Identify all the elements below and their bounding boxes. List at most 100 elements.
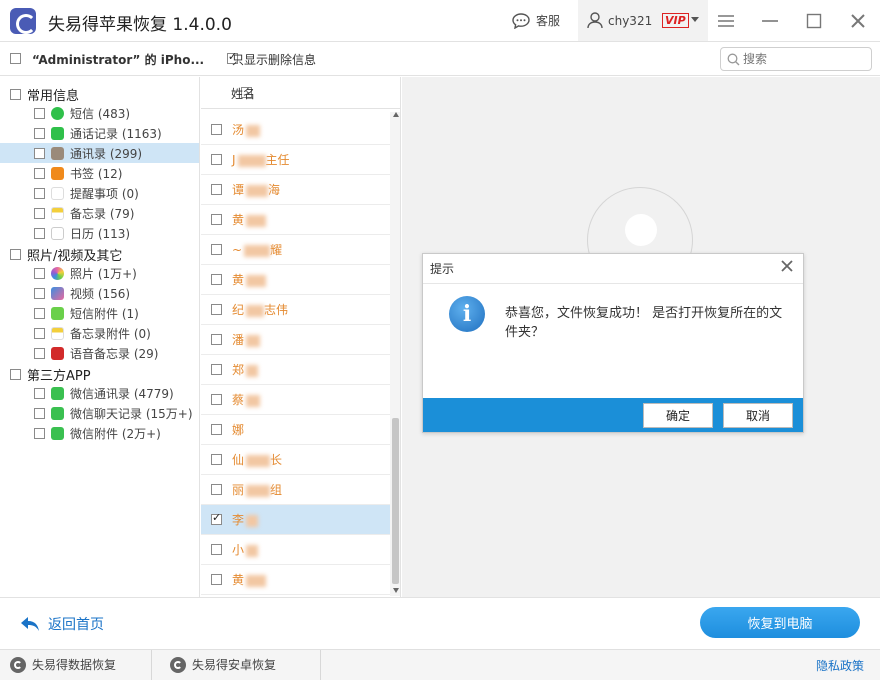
row-checkbox[interactable] bbox=[211, 334, 222, 345]
row-checkbox[interactable] bbox=[211, 364, 222, 375]
row-checkbox[interactable] bbox=[211, 154, 222, 165]
dialog-close-icon[interactable] bbox=[780, 258, 794, 277]
tree-group-common[interactable]: 常用信息 bbox=[10, 84, 79, 104]
item-checkbox[interactable] bbox=[34, 387, 45, 399]
item-checkbox[interactable] bbox=[34, 227, 45, 239]
list-item[interactable]: 潘 bbox=[201, 325, 390, 355]
search-box[interactable] bbox=[720, 47, 872, 71]
tree-item-contacts[interactable]: 通讯录 (299) bbox=[0, 143, 199, 163]
row-checkbox[interactable] bbox=[211, 424, 222, 435]
row-checkbox[interactable] bbox=[211, 304, 222, 315]
list-item[interactable]: 李 bbox=[201, 505, 390, 535]
tree-group-third-party[interactable]: 第三方APP bbox=[10, 364, 91, 384]
list-item[interactable]: 黄 bbox=[201, 565, 390, 595]
tree-item-wechat-chats[interactable]: 微信聊天记录 (15万+) bbox=[34, 403, 193, 423]
item-checkbox[interactable] bbox=[34, 167, 45, 179]
list-item[interactable]: 纪志伟 bbox=[201, 295, 390, 325]
row-checkbox[interactable] bbox=[211, 511, 222, 525]
user-icon bbox=[587, 12, 603, 29]
item-checkbox[interactable] bbox=[34, 187, 45, 199]
tree-item-notes[interactable]: 备忘录 (79) bbox=[34, 203, 134, 223]
footer-android-recovery-link[interactable]: 失易得安卓恢复 bbox=[170, 649, 276, 680]
tree-item-photos[interactable]: 照片 (1万+) bbox=[34, 263, 137, 283]
tree-item-bookmarks[interactable]: 书签 (12) bbox=[34, 163, 122, 183]
customer-service-button[interactable]: 客服 bbox=[512, 12, 560, 29]
minimize-icon[interactable] bbox=[757, 8, 783, 34]
list-item[interactable]: 汤 bbox=[201, 115, 390, 145]
list-item[interactable]: 蔡 bbox=[201, 385, 390, 415]
row-checkbox[interactable] bbox=[211, 214, 222, 225]
tree-item-label: 微信聊天记录 (15万+) bbox=[70, 406, 193, 421]
scroll-up-arrow-icon[interactable] bbox=[393, 112, 399, 117]
cancel-button[interactable]: 取消 bbox=[723, 403, 793, 428]
row-checkbox[interactable] bbox=[211, 544, 222, 555]
tree-item-call-log[interactable]: 通话记录 (1163) bbox=[34, 123, 162, 143]
android-recovery-logo-icon bbox=[170, 656, 186, 673]
tree-item-label: 微信附件 (2万+) bbox=[70, 426, 161, 441]
maximize-icon[interactable] bbox=[801, 8, 827, 34]
tree-item-videos[interactable]: 视频 (156) bbox=[34, 283, 130, 303]
tree-group-label: 第三方APP bbox=[27, 368, 91, 384]
scroll-down-arrow-icon[interactable] bbox=[393, 588, 399, 593]
item-checkbox[interactable] bbox=[34, 207, 45, 219]
list-item[interactable]: J 主任 bbox=[201, 145, 390, 175]
tree-item-calendar[interactable]: 日历 (113) bbox=[34, 223, 130, 243]
recover-to-computer-button[interactable]: 恢复到电脑 bbox=[700, 607, 860, 638]
list-item[interactable]: 小 bbox=[201, 535, 390, 565]
tree-item-voice-memos[interactable]: 语音备忘录 (29) bbox=[34, 343, 158, 363]
item-checkbox[interactable] bbox=[34, 307, 45, 319]
list-item[interactable]: 仙长 bbox=[201, 445, 390, 475]
close-icon[interactable] bbox=[845, 8, 871, 34]
device-checkbox[interactable] bbox=[10, 53, 21, 64]
menu-icon[interactable] bbox=[713, 8, 739, 34]
item-checkbox[interactable] bbox=[34, 127, 45, 139]
tree-item-note-attachments[interactable]: 备忘录附件 (0) bbox=[34, 323, 151, 343]
row-checkbox[interactable] bbox=[211, 394, 222, 405]
list-item[interactable]: 郑 bbox=[201, 355, 390, 385]
row-checkbox[interactable] bbox=[211, 574, 222, 585]
privacy-policy-link[interactable]: 隐私政策 bbox=[816, 657, 864, 674]
row-checkbox[interactable] bbox=[211, 274, 222, 285]
tree-item-wechat-contacts[interactable]: 微信通讯录 (4779) bbox=[34, 383, 174, 403]
wechat-icon bbox=[51, 386, 64, 400]
ok-button[interactable]: 确定 bbox=[643, 403, 713, 428]
scrollbar-thumb[interactable] bbox=[392, 418, 399, 584]
group-checkbox[interactable] bbox=[10, 88, 21, 100]
tree-item-reminders[interactable]: 提醒事项 (0) bbox=[34, 183, 139, 203]
tree-group-media[interactable]: 照片/视频及其它 bbox=[10, 244, 122, 264]
item-checkbox[interactable] bbox=[34, 267, 45, 279]
footer-divider bbox=[151, 650, 152, 680]
wechat-icon bbox=[51, 406, 64, 420]
tree-item-label: 微信通讯录 (4779) bbox=[70, 386, 174, 401]
list-item[interactable]: 娜 bbox=[201, 415, 390, 445]
item-checkbox[interactable] bbox=[34, 427, 45, 439]
tree-item-sms[interactable]: 短信 (483) bbox=[34, 103, 130, 123]
list-item[interactable]: 黄 bbox=[201, 265, 390, 295]
item-checkbox[interactable] bbox=[34, 107, 45, 119]
item-checkbox[interactable] bbox=[34, 347, 45, 359]
row-checkbox[interactable] bbox=[211, 184, 222, 195]
item-checkbox[interactable] bbox=[34, 147, 45, 159]
item-checkbox[interactable] bbox=[34, 287, 45, 299]
list-item[interactable]: 谭海 bbox=[201, 175, 390, 205]
tree-item-sms-attachments[interactable]: 短信附件 (1) bbox=[34, 303, 139, 323]
row-checkbox[interactable] bbox=[211, 244, 222, 255]
back-home-button[interactable]: 返回首页 bbox=[20, 614, 104, 634]
item-checkbox[interactable] bbox=[34, 327, 45, 339]
group-checkbox[interactable] bbox=[10, 248, 21, 260]
footer-data-recovery-link[interactable]: 失易得数据恢复 bbox=[10, 649, 116, 680]
vip-badge[interactable]: VIP bbox=[662, 13, 689, 28]
list-item[interactable]: 丽组 bbox=[201, 475, 390, 505]
row-checkbox[interactable] bbox=[211, 124, 222, 135]
name-column-header[interactable]: 姓名 bbox=[231, 85, 255, 102]
row-checkbox[interactable] bbox=[211, 454, 222, 465]
tree-item-label: 日历 (113) bbox=[70, 226, 131, 241]
search-input[interactable] bbox=[743, 51, 863, 67]
tree-item-wechat-attachments[interactable]: 微信附件 (2万+) bbox=[34, 423, 161, 443]
row-checkbox[interactable] bbox=[211, 484, 222, 495]
item-checkbox[interactable] bbox=[34, 407, 45, 419]
list-item[interactable]: 黄 bbox=[201, 205, 390, 235]
group-checkbox[interactable] bbox=[10, 368, 21, 380]
chevron-down-icon[interactable] bbox=[691, 17, 699, 22]
list-item[interactable]: ~ 耀 bbox=[201, 235, 390, 265]
